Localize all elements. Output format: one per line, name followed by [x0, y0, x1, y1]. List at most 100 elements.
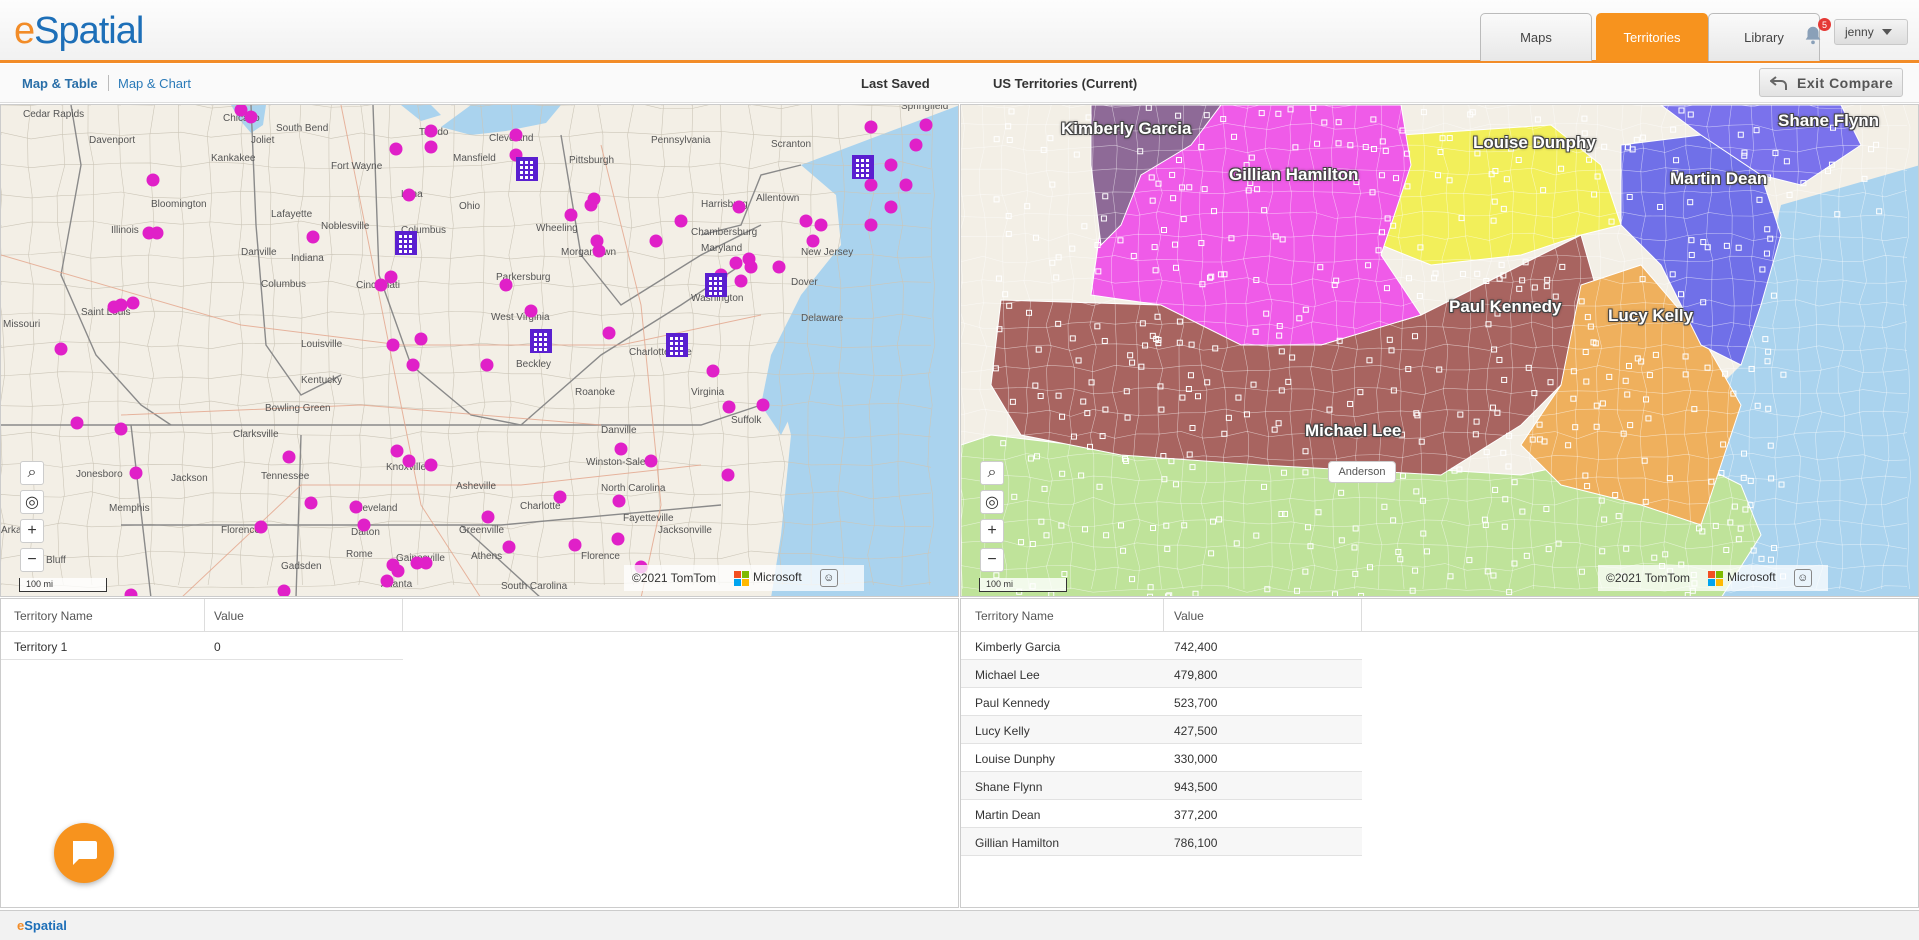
table-row[interactable]: Martin Dean 377,200 — [961, 800, 1362, 828]
location-pin[interactable] — [568, 538, 582, 552]
location-pin[interactable] — [721, 468, 735, 482]
location-pin[interactable] — [509, 128, 523, 142]
location-pin[interactable] — [54, 342, 68, 356]
right-map-canvas[interactable] — [961, 105, 1919, 597]
office-building-icon[interactable] — [666, 333, 688, 357]
chat-button[interactable] — [54, 823, 114, 883]
exit-compare-button[interactable]: Exit Compare — [1759, 68, 1903, 97]
location-pin[interactable] — [799, 214, 813, 228]
location-pin[interactable] — [374, 278, 388, 292]
location-pin[interactable] — [406, 358, 420, 372]
location-marker[interactable] — [1639, 134, 1646, 141]
location-pin[interactable] — [386, 338, 400, 352]
location-pin[interactable] — [380, 574, 394, 588]
location-marker[interactable] — [993, 136, 1000, 143]
office-building-icon[interactable] — [852, 155, 874, 179]
location-pin[interactable] — [612, 494, 626, 508]
location-marker[interactable] — [1040, 146, 1047, 153]
office-building-icon[interactable] — [395, 231, 417, 255]
location-marker[interactable] — [1633, 136, 1640, 143]
location-pin[interactable] — [107, 300, 121, 314]
location-pin[interactable] — [391, 564, 405, 578]
location-marker[interactable] — [995, 275, 1002, 282]
location-pin[interactable] — [756, 398, 770, 412]
location-pin[interactable] — [126, 296, 140, 310]
table-row[interactable]: Lucy Kelly 427,500 — [961, 716, 1362, 744]
location-pin[interactable] — [909, 138, 923, 152]
column-value[interactable]: Value — [1174, 609, 1204, 623]
location-pin[interactable] — [649, 234, 663, 248]
location-pin[interactable] — [499, 278, 513, 292]
location-pin[interactable] — [282, 450, 296, 464]
zoom-to-fit-icon[interactable]: ⌕ — [980, 461, 1004, 485]
location-pin[interactable] — [734, 274, 748, 288]
table-row[interactable]: Kimberly Garcia 742,400 — [961, 632, 1362, 660]
column-divider[interactable] — [1163, 599, 1164, 631]
location-pin[interactable] — [414, 332, 428, 346]
location-pin[interactable] — [564, 208, 578, 222]
location-pin[interactable] — [70, 416, 84, 430]
zoom-in-button[interactable]: + — [20, 519, 44, 543]
location-pin[interactable] — [389, 142, 403, 156]
location-pin[interactable] — [304, 496, 318, 510]
location-pin[interactable] — [424, 124, 438, 138]
location-pin[interactable] — [864, 178, 878, 192]
location-marker[interactable] — [1670, 126, 1677, 133]
location-pin[interactable] — [129, 466, 143, 480]
location-pin[interactable] — [729, 256, 743, 270]
location-pin[interactable] — [919, 118, 933, 132]
right-map[interactable]: Kimberly Garcia Gillian Hamilton Louise … — [960, 104, 1919, 597]
column-divider[interactable] — [402, 599, 403, 631]
location-marker[interactable] — [1483, 449, 1490, 456]
location-pin[interactable] — [722, 400, 736, 414]
table-row[interactable]: Michael Lee 479,800 — [961, 660, 1362, 688]
table-row[interactable]: Shane Flynn 943,500 — [961, 772, 1362, 800]
location-pin[interactable] — [114, 422, 128, 436]
location-pin[interactable] — [611, 532, 625, 546]
locate-icon[interactable]: ◎ — [980, 490, 1004, 514]
tab-territories[interactable]: Territories — [1596, 13, 1708, 61]
view-map-chart-link[interactable]: Map & Chart — [118, 76, 191, 91]
app-logo[interactable]: eSpatial — [14, 10, 144, 53]
location-marker[interactable] — [1073, 151, 1080, 158]
office-building-icon[interactable] — [516, 157, 538, 181]
location-pin[interactable] — [864, 218, 878, 232]
location-marker[interactable] — [1868, 146, 1875, 153]
column-divider[interactable] — [204, 599, 205, 631]
location-pin[interactable] — [553, 490, 567, 504]
location-marker[interactable] — [1581, 115, 1588, 122]
location-pin[interactable] — [602, 326, 616, 340]
location-pin[interactable] — [124, 588, 138, 598]
feedback-icon[interactable]: ☺ — [1793, 569, 1812, 587]
office-building-icon[interactable] — [705, 273, 727, 297]
location-pin[interactable] — [402, 188, 416, 202]
location-pin[interactable] — [884, 158, 898, 172]
location-pin[interactable] — [306, 230, 320, 244]
location-pin[interactable] — [424, 140, 438, 154]
location-pin[interactable] — [524, 304, 538, 318]
zoom-out-button[interactable]: − — [20, 548, 44, 572]
location-pin[interactable] — [357, 518, 371, 532]
table-row[interactable]: Paul Kennedy 523,700 — [961, 688, 1362, 716]
table-row[interactable]: Gillian Hamilton 786,100 — [961, 828, 1362, 856]
location-marker[interactable] — [1047, 135, 1054, 142]
location-pin[interactable] — [244, 110, 258, 124]
location-marker[interactable] — [1006, 136, 1013, 143]
location-pin[interactable] — [390, 444, 404, 458]
location-pin[interactable] — [864, 120, 878, 134]
location-marker[interactable] — [1505, 463, 1512, 470]
location-pin[interactable] — [614, 442, 628, 456]
location-marker[interactable] — [1053, 274, 1060, 281]
view-map-table-link[interactable]: Map & Table — [22, 76, 98, 91]
location-pin[interactable] — [480, 358, 494, 372]
zoom-to-fit-icon[interactable]: ⌕ — [20, 461, 44, 485]
location-pin[interactable] — [254, 520, 268, 534]
left-map-canvas[interactable]: Cedar RapidsChicagoSouth BendToledoCleve… — [1, 105, 959, 597]
location-pin[interactable] — [884, 200, 898, 214]
location-marker[interactable] — [1534, 116, 1541, 123]
location-marker[interactable] — [1500, 449, 1507, 456]
location-pin[interactable] — [481, 510, 495, 524]
feedback-icon[interactable]: ☺ — [819, 569, 838, 587]
location-marker[interactable] — [993, 196, 1000, 203]
location-pin[interactable] — [402, 454, 416, 468]
